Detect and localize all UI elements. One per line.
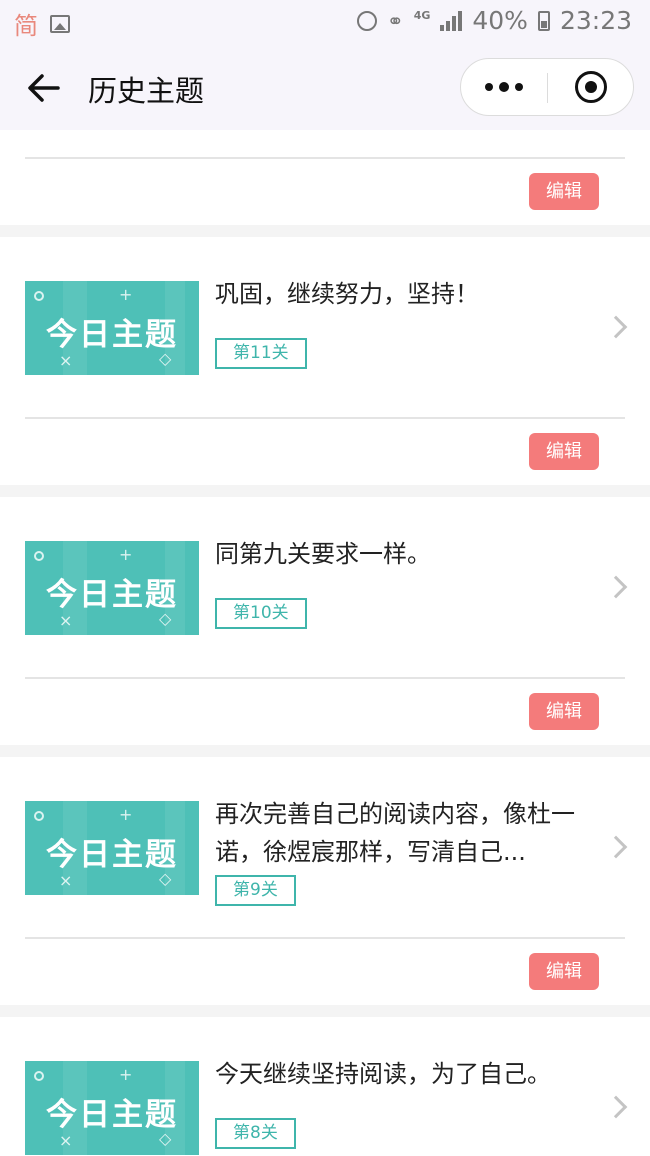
topic-description: 巩固，继续努力，坚持！ (215, 280, 479, 308)
clock: 23:23 (559, 6, 632, 35)
chevron-right-icon[interactable] (604, 835, 628, 859)
card-divider (25, 417, 625, 419)
history-card-partial: 编辑 (0, 130, 650, 225)
topic-thumbnail[interactable]: + × ◇ 今日主题 (25, 1061, 199, 1155)
card-divider (25, 157, 625, 159)
topic-thumbnail[interactable]: + × ◇ 今日主题 (25, 541, 199, 635)
thumbnail-label: 今日主题 (46, 837, 178, 873)
card-divider (25, 937, 625, 939)
back-arrow-icon[interactable] (24, 68, 64, 108)
status-left: 简 (14, 6, 70, 41)
topic-thumbnail[interactable]: + × ◇ 今日主题 (25, 281, 199, 375)
topic-thumbnail[interactable]: + × ◇ 今日主题 (25, 801, 199, 895)
history-card[interactable]: + × ◇ 今日主题 巩固，继续努力，坚持！ 第11关 编辑 (0, 237, 650, 485)
topic-description: 今天继续坚持阅读，为了自己。 (215, 1060, 551, 1088)
level-tag: 第11关 (215, 338, 307, 369)
chevron-right-icon[interactable] (604, 575, 628, 599)
network-type: 4G (413, 9, 431, 22)
status-bar: 简 ⚭ 4G 40% 23:23 (0, 0, 650, 44)
card-divider (25, 677, 625, 679)
edit-button[interactable]: 编辑 (529, 693, 599, 730)
mini-program-capsule (460, 58, 634, 116)
battery-percent: 40% (472, 6, 528, 35)
chevron-right-icon[interactable] (604, 315, 628, 339)
simplified-char-indicator: 简 (14, 12, 38, 40)
thumbnail-label: 今日主题 (46, 577, 178, 613)
edit-button[interactable]: 编辑 (529, 173, 599, 210)
page-title: 历史主题 (88, 74, 205, 108)
history-card[interactable]: + × ◇ 今日主题 同第九关要求一样。 第10关 编辑 (0, 497, 650, 745)
signal-icon (440, 10, 463, 31)
level-tag: 第9关 (215, 875, 296, 906)
history-list: 编辑 + × ◇ 今日主题 巩固，继续努力，坚持！ 第11关 编辑 + × ◇ … (0, 130, 650, 1156)
close-target-icon[interactable] (575, 71, 607, 103)
alarm-icon (356, 10, 377, 31)
chevron-right-icon[interactable] (604, 1095, 628, 1119)
more-dots-icon[interactable] (461, 59, 547, 115)
thumbnail-label: 今日主题 (46, 317, 178, 353)
wifi-icon: ⚭ (386, 8, 404, 33)
battery-icon (537, 10, 550, 31)
history-card[interactable]: + × ◇ 今日主题 今天继续坚持阅读，为了自己。 第8关 (0, 1017, 650, 1156)
topic-description: 同第九关要求一样。 (215, 540, 431, 568)
status-right: ⚭ 4G 40% 23:23 (356, 6, 632, 35)
image-icon (50, 14, 70, 33)
thumbnail-label: 今日主题 (46, 1097, 178, 1133)
capsule-divider (547, 73, 548, 103)
level-tag: 第8关 (215, 1118, 296, 1149)
history-card[interactable]: + × ◇ 今日主题 再次完善自己的阅读内容，像杜一诺，徐煜宸那样，写清自己..… (0, 757, 650, 1005)
edit-button[interactable]: 编辑 (529, 953, 599, 990)
nav-bar: 历史主题 (0, 44, 650, 130)
level-tag: 第10关 (215, 598, 307, 629)
edit-button[interactable]: 编辑 (529, 433, 599, 470)
topic-description: 再次完善自己的阅读内容，像杜一诺，徐煜宸那样，写清自己... (215, 800, 575, 866)
